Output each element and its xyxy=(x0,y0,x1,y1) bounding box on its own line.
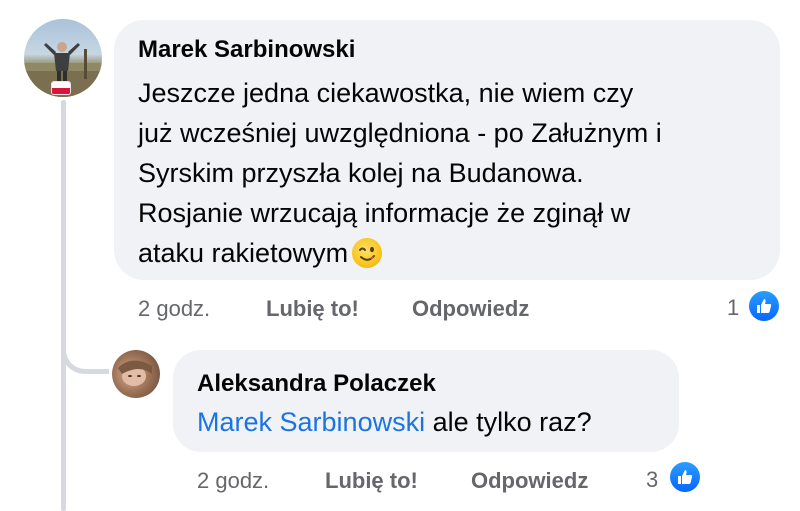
reply-button[interactable]: Odpowiedz xyxy=(412,296,529,322)
comment-text: Jeszcze jedna ciekawostka, nie wiem czy … xyxy=(138,73,758,273)
reply-text-body: ale tylko raz? xyxy=(425,407,592,437)
comment-time[interactable]: 2 godz. xyxy=(138,296,210,322)
reply-author[interactable]: Aleksandra Polaczek xyxy=(197,370,436,398)
reply-like-button[interactable]: Lubię to! xyxy=(325,468,418,494)
reply-connector-line xyxy=(61,320,109,374)
reply-time[interactable]: 2 godz. xyxy=(197,468,269,494)
thread-line xyxy=(61,100,66,511)
like-reaction-icon[interactable] xyxy=(749,291,779,321)
comment-text-line: Syrskim przyszła kolej na Budanowa. xyxy=(138,158,584,188)
comment-actions: 2 godz. Lubię to! Odpowiedz xyxy=(138,296,658,326)
reply-bubble: Aleksandra Polaczek Marek Sarbinowski al… xyxy=(173,350,679,452)
comment-text-line: już wcześniej uwzględniona - po Załużnym… xyxy=(138,118,662,148)
reply-actions: 2 godz. Lubię to! Odpowiedz xyxy=(197,468,637,498)
reply-like-reaction-icon[interactable] xyxy=(670,462,700,492)
avatar[interactable] xyxy=(112,350,160,398)
comment-text-line: Jeszcze jedna ciekawostka, nie wiem czy xyxy=(138,78,634,108)
comment-text-line: ataku rakietowym xyxy=(138,233,758,273)
reaction-count[interactable]: 1 xyxy=(727,295,739,321)
like-button[interactable]: Lubię to! xyxy=(266,296,359,322)
mention-link[interactable]: Marek Sarbinowski xyxy=(197,407,425,437)
poland-flag-icon xyxy=(52,82,70,94)
reply-reply-button[interactable]: Odpowiedz xyxy=(471,468,588,494)
reply-reaction-count[interactable]: 3 xyxy=(646,467,658,493)
comment-text-last: ataku rakietowym xyxy=(138,238,349,268)
winking-face-icon xyxy=(352,238,383,268)
comment-text-line: Rosjanie wrzucają informacje że zginął w xyxy=(138,198,631,228)
comment-author[interactable]: Marek Sarbinowski xyxy=(138,36,355,64)
reply-text: Marek Sarbinowski ale tylko raz? xyxy=(197,404,592,440)
comment-bubble: Marek Sarbinowski Jeszcze jedna ciekawos… xyxy=(114,20,780,280)
